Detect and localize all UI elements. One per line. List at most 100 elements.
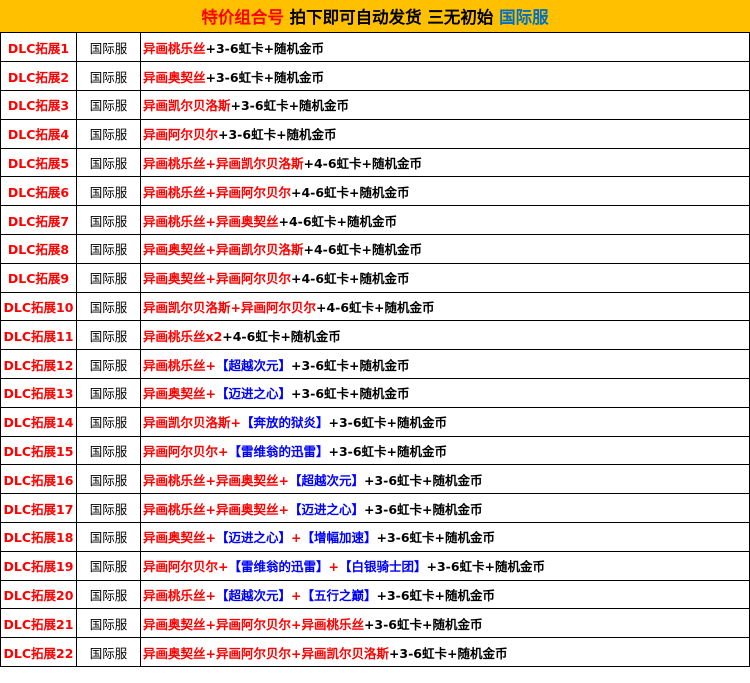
server-label: 国际服 bbox=[76, 637, 141, 668]
bundle-contents: 异画桃乐丝x2+4-6虹卡+随机金币 bbox=[140, 320, 750, 351]
table-row: DLC拓展2 国际服 异画奥契丝+3-6虹卡+随机金币 bbox=[0, 61, 750, 92]
bundle-item: +4-6虹卡+随机金币 bbox=[303, 156, 423, 172]
bundle-item: 【超越次元】 bbox=[215, 357, 291, 373]
bundle-item: +3-6虹卡+随机金币 bbox=[363, 616, 483, 632]
server-label: 国际服 bbox=[76, 320, 141, 351]
bundle-item: +3-6虹卡+随机金币 bbox=[291, 357, 410, 373]
table-row: DLC拓展15 国际服 异画阿尔贝尔+【雷维翁的迅雷】+3-6虹卡+随机金币 bbox=[0, 435, 750, 466]
bundle-item: +3-6虹卡+随机金币 bbox=[388, 645, 508, 661]
table-row: DLC拓展3 国际服 异画凯尔贝洛斯+3-6虹卡+随机金币 bbox=[0, 90, 750, 120]
server-label: 国际服 bbox=[76, 205, 141, 236]
bundle-item: 异画凯尔贝洛斯 bbox=[143, 98, 231, 114]
bundle-id: DLC拓展13 bbox=[0, 378, 77, 408]
bundle-item: +4-6虹卡+随机金币 bbox=[290, 271, 410, 287]
bundle-id: DLC拓展14 bbox=[0, 406, 77, 437]
bundle-id: DLC拓展12 bbox=[0, 349, 77, 380]
bundle-id: DLC拓展3 bbox=[0, 90, 77, 120]
server-label: 国际服 bbox=[76, 33, 141, 63]
bundle-item: +3-6虹卡+随机金币 bbox=[376, 588, 496, 604]
bundle-id: DLC拓展2 bbox=[0, 61, 77, 92]
bundle-contents: 异画桃乐丝+【超越次元】+3-6虹卡+随机金币 bbox=[140, 349, 750, 380]
table-row: DLC拓展17 国际服 异画桃乐丝+异画奥契丝+【迈进之心】+3-6虹卡+随机金币 bbox=[0, 493, 750, 524]
bundle-item: + bbox=[291, 588, 302, 604]
table-row: DLC拓展21 国际服 异画奥契丝+异画阿尔贝尔+异画桃乐丝+3-6虹卡+随机金币 bbox=[0, 608, 750, 639]
bundle-contents: 异画凯尔贝洛斯+【奔放的狱炎】+3-6虹卡+随机金币 bbox=[140, 406, 750, 437]
server-label: 国际服 bbox=[76, 464, 141, 495]
bundle-item: +3-6虹卡+随机金币 bbox=[205, 40, 325, 56]
bundle-contents: 异画凯尔贝洛斯+异画阿尔贝尔+4-6虹卡+随机金币 bbox=[140, 291, 750, 322]
bundle-contents: 异画桃乐丝+异画奥契丝+【超越次元】+3-6虹卡+随机金币 bbox=[140, 464, 750, 495]
server-label: 国际服 bbox=[76, 147, 141, 178]
table-row: DLC拓展18 国际服 异画奥契丝+【迈进之心】+【增幅加速】+3-6虹卡+随机金币 bbox=[0, 522, 750, 552]
table-row: DLC拓展12 国际服 异画桃乐丝+【超越次元】+3-6虹卡+随机金币 bbox=[0, 349, 750, 380]
bundle-item: +3-6虹卡+随机金币 bbox=[363, 501, 483, 517]
bundle-contents: 异画桃乐丝+异画奥契丝+【迈进之心】+3-6虹卡+随机金币 bbox=[140, 493, 750, 524]
bundle-item: + bbox=[328, 559, 339, 575]
bundle-item: 【迈进之心】 bbox=[215, 386, 291, 402]
bundle-item: 【五行之巅】 bbox=[301, 588, 377, 604]
table-row: DLC拓展6 国际服 异画桃乐丝+异画阿尔贝尔+4-6虹卡+随机金币 bbox=[0, 176, 750, 207]
table-row: DLC拓展11 国际服 异画桃乐丝x2+4-6虹卡+随机金币 bbox=[0, 320, 750, 351]
bundle-contents: 异画桃乐丝+3-6虹卡+随机金币 bbox=[140, 33, 750, 63]
bundle-item: 【超越次元】 bbox=[288, 472, 364, 488]
bundle-item: 【雷维翁的迅雷】 bbox=[228, 444, 329, 460]
server-label: 国际服 bbox=[76, 234, 141, 264]
bundle-id: DLC拓展11 bbox=[0, 320, 77, 351]
table-row: DLC拓展4 国际服 异画阿尔贝尔+3-6虹卡+随机金币 bbox=[0, 118, 750, 149]
title-highlight: 特价组合号 bbox=[201, 8, 290, 27]
bundle-id: DLC拓展7 bbox=[0, 205, 77, 236]
bundle-id: DLC拓展8 bbox=[0, 234, 77, 264]
server-label: 国际服 bbox=[76, 90, 141, 120]
bundle-contents: 异画奥契丝+【迈进之心】+【增幅加速】+3-6虹卡+随机金币 bbox=[140, 522, 750, 552]
bundle-contents: 异画阿尔贝尔+3-6虹卡+随机金币 bbox=[140, 118, 750, 149]
bundle-contents: 异画桃乐丝+异画凯尔贝洛斯+4-6虹卡+随机金币 bbox=[140, 147, 750, 178]
table-row: DLC拓展7 国际服 异画桃乐丝+异画奥契丝+4-6虹卡+随机金币 bbox=[0, 205, 750, 236]
bundle-item: 异画桃乐丝+异画阿尔贝尔 bbox=[143, 184, 291, 200]
bundle-item: 异画桃乐丝+异画奥契丝+ bbox=[143, 501, 289, 517]
bundle-id: DLC拓展1 bbox=[0, 33, 77, 63]
server-label: 国际服 bbox=[76, 349, 141, 380]
bundle-item: 异画桃乐丝+异画奥契丝+ bbox=[143, 472, 289, 488]
bundle-item: +3-6虹卡+随机金币 bbox=[328, 444, 448, 460]
page-title-banner: 特价组合号 拍下即可自动发货 三无初始 国际服 bbox=[0, 0, 750, 33]
bundle-item: 异画阿尔贝尔 bbox=[143, 127, 219, 143]
bundle-id: DLC拓展15 bbox=[0, 435, 77, 466]
bundle-id: DLC拓展4 bbox=[0, 118, 77, 149]
table-row: DLC拓展14 国际服 异画凯尔贝洛斯+【奔放的狱炎】+3-6虹卡+随机金币 bbox=[0, 406, 750, 437]
bundle-item: 【白银骑士团】 bbox=[338, 559, 427, 575]
bundle-contents: 异画桃乐丝+异画奥契丝+4-6虹卡+随机金币 bbox=[140, 205, 750, 236]
bundle-id: DLC拓展9 bbox=[0, 262, 77, 293]
table-row: DLC拓展22 国际服 异画奥契丝+异画阿尔贝尔+异画凯尔贝洛斯+3-6虹卡+随机金… bbox=[0, 637, 750, 668]
server-label: 国际服 bbox=[76, 522, 141, 552]
bundle-item: 异画奥契丝+异画阿尔贝尔+异画桃乐丝 bbox=[143, 616, 364, 632]
server-label: 国际服 bbox=[76, 61, 141, 92]
bundle-item: 异画奥契丝+异画阿尔贝尔+异画凯尔贝洛斯 bbox=[143, 645, 389, 661]
bundle-id: DLC拓展18 bbox=[0, 522, 77, 552]
bundle-contents: 异画阿尔贝尔+【雷维翁的迅雷】+【白银骑士团】+3-6虹卡+随机金币 bbox=[140, 550, 750, 581]
bundle-item: +4-6虹卡+随机金币 bbox=[315, 300, 435, 316]
server-label: 国际服 bbox=[76, 406, 141, 437]
server-label: 国际服 bbox=[76, 550, 141, 581]
bundle-contents: 异画奥契丝+【迈进之心】+3-6虹卡+随机金币 bbox=[140, 378, 750, 408]
table-row: DLC拓展8 国际服 异画奥契丝+异画凯尔贝洛斯+4-6虹卡+随机金币 bbox=[0, 234, 750, 264]
bundle-item: 异画桃乐丝x2 bbox=[143, 328, 223, 344]
bundle-contents: 异画桃乐丝+异画阿尔贝尔+4-6虹卡+随机金币 bbox=[140, 176, 750, 207]
table-row: DLC拓展10 国际服 异画凯尔贝洛斯+异画阿尔贝尔+4-6虹卡+随机金币 bbox=[0, 291, 750, 322]
bundle-item: 【奔放的狱炎】 bbox=[240, 415, 329, 431]
bundle-id: DLC拓展6 bbox=[0, 176, 77, 207]
server-label: 国际服 bbox=[76, 579, 141, 610]
bundle-contents: 异画奥契丝+异画阿尔贝尔+异画凯尔贝洛斯+3-6虹卡+随机金币 bbox=[140, 637, 750, 668]
bundle-item: 【迈进之心】 bbox=[288, 501, 364, 517]
bundle-item: +3-6虹卡+随机金币 bbox=[205, 69, 325, 85]
bundle-item: 异画凯尔贝洛斯+ bbox=[143, 415, 241, 431]
bundle-id: DLC拓展21 bbox=[0, 608, 77, 639]
bundle-item: +3-6虹卡+随机金币 bbox=[218, 127, 337, 143]
bundle-item: 异画桃乐丝+ bbox=[143, 588, 216, 604]
title-server: 国际服 bbox=[499, 8, 549, 27]
bundle-item: 异画桃乐丝 bbox=[143, 40, 206, 56]
bundle-item: +4-6虹卡+随机金币 bbox=[290, 184, 410, 200]
bundle-item: 异画奥契丝+异画阿尔贝尔 bbox=[143, 271, 291, 287]
server-label: 国际服 bbox=[76, 291, 141, 322]
bundle-contents: 异画奥契丝+异画阿尔贝尔+异画桃乐丝+3-6虹卡+随机金币 bbox=[140, 608, 750, 639]
bundle-item: +3-6虹卡+随机金币 bbox=[230, 98, 350, 114]
